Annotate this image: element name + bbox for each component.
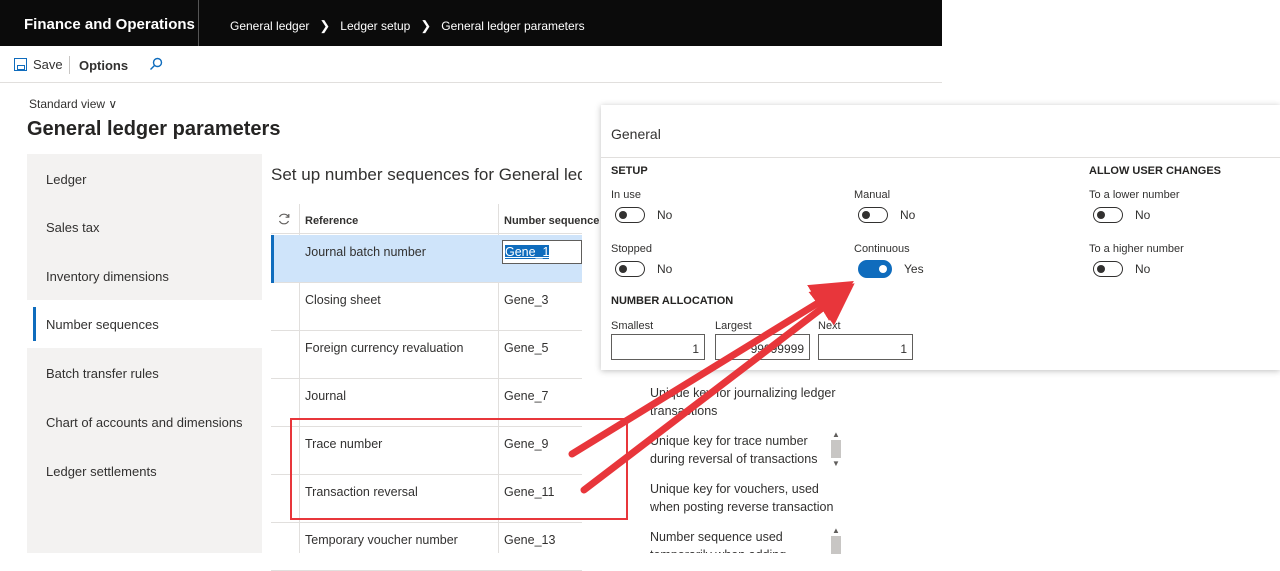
arrow-icon: [580, 283, 855, 494]
arrow-icon: [568, 281, 854, 458]
annotation-arrows: [568, 281, 855, 494]
